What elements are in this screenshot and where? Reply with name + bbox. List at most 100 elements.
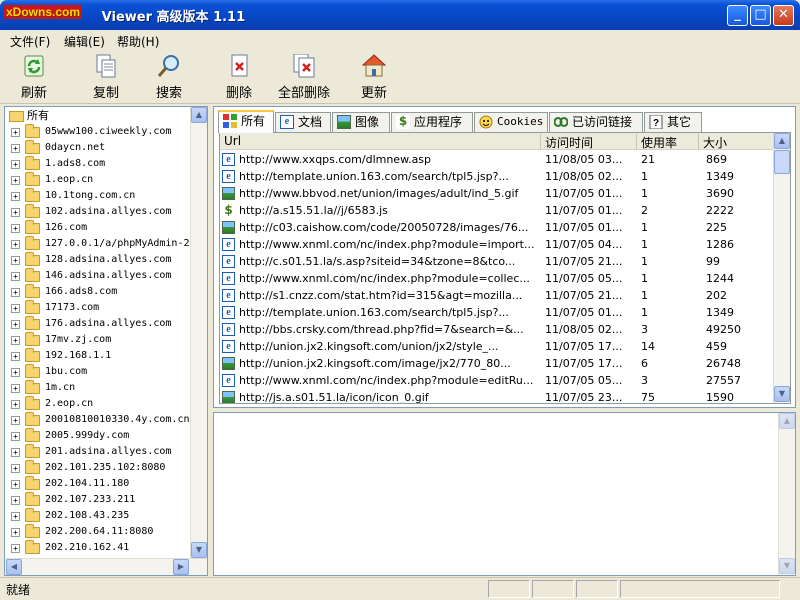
expand-icon[interactable]: + — [11, 320, 20, 329]
expand-icon[interactable]: + — [11, 528, 20, 537]
delete-button[interactable]: 删除 — [211, 52, 267, 102]
expand-icon[interactable]: + — [11, 368, 20, 377]
column-access-time[interactable]: 访问时间 — [541, 134, 637, 150]
scroll-right-button[interactable]: ▶ — [173, 559, 189, 575]
table-row[interactable]: e http://template.union.163.com/search/tp… — [220, 168, 774, 185]
column-url[interactable]: Url — [220, 134, 541, 149]
expand-icon[interactable]: + — [11, 224, 20, 233]
detail-vscrollbar[interactable]: ▲ ▼ — [778, 413, 795, 575]
tree-item[interactable]: +166.ads8.com — [5, 284, 195, 300]
tree-root[interactable]: 所有 — [7, 108, 197, 124]
detail-panel[interactable]: ▲ ▼ — [213, 412, 796, 576]
tree-item[interactable]: +1.ads8.com — [5, 156, 195, 172]
tree-item[interactable]: +102.adsina.allyes.com — [5, 204, 195, 220]
expand-icon[interactable]: + — [11, 496, 20, 505]
tree-hscrollbar[interactable]: ◀ ▶ — [5, 558, 207, 575]
expand-icon[interactable]: + — [11, 464, 20, 473]
tree-vscrollbar[interactable]: ▲ ▼ — [190, 107, 207, 559]
cache-list[interactable]: Url 访问时间 使用率 大小 e http://www.xxqps.com/dl… — [219, 132, 791, 404]
table-row[interactable]: e http://www.xnml.com/nc/index.php?module… — [220, 270, 774, 287]
tab-images[interactable]: 图像 — [332, 112, 390, 132]
tree-item[interactable]: +20010810010330.4y.com.cn — [5, 412, 195, 428]
tab-other[interactable]: ? 其它 — [644, 112, 702, 132]
delete-all-button[interactable]: 全部删除 — [270, 52, 338, 102]
tree-item[interactable]: +2005.999dy.com — [5, 428, 195, 444]
column-size[interactable]: 大小 — [699, 134, 774, 150]
tree-item[interactable]: +1m.cn — [5, 380, 195, 396]
maximize-button[interactable]: □ — [750, 5, 771, 26]
expand-icon[interactable]: + — [11, 208, 20, 217]
tree-item[interactable]: +176.adsina.allyes.com — [5, 316, 195, 332]
table-row[interactable]: e http://s1.cnzz.com/stat.htm?id=315&agt=… — [220, 287, 774, 304]
tree-item[interactable]: +17mv.zj.com — [5, 332, 195, 348]
expand-icon[interactable]: + — [11, 240, 20, 249]
close-button[interactable]: ✕ — [773, 5, 794, 26]
table-row[interactable]: http://union.jx2.kingsoft.com/image/jx2/… — [220, 355, 774, 372]
expand-icon[interactable]: + — [11, 176, 20, 185]
tree-item[interactable]: +202.104.11.180 — [5, 476, 195, 492]
detail-scroll-up-button[interactable]: ▲ — [779, 413, 795, 429]
table-row[interactable]: e http://www.xxqps.com/dlmnew.asp 11/08/05… — [220, 151, 774, 168]
list-vscrollbar[interactable]: ▲ ▼ — [773, 133, 790, 403]
expand-icon[interactable]: + — [11, 416, 20, 425]
copy-button[interactable]: 复制 — [78, 52, 134, 102]
detail-scroll-down-button[interactable]: ▼ — [779, 558, 795, 574]
table-row[interactable]: e http://bbs.crsky.com/thread.php?fid=7&s… — [220, 321, 774, 338]
tree-item[interactable]: +05www100.ciweekly.com — [5, 124, 195, 140]
tree-item[interactable]: +192.168.1.1 — [5, 348, 195, 364]
tree-item[interactable]: +146.adsina.allyes.com — [5, 268, 195, 284]
list-scroll-down-button[interactable]: ▼ — [774, 386, 790, 402]
table-row[interactable]: e http://www.xnml.com/nc/index.php?module… — [220, 372, 774, 389]
tree-item[interactable]: +17173.com — [5, 300, 195, 316]
expand-icon[interactable]: + — [11, 304, 20, 313]
expand-icon[interactable]: + — [11, 400, 20, 409]
table-row[interactable]: e http://www.xnml.com/nc/index.php?module… — [220, 236, 774, 253]
expand-icon[interactable]: + — [11, 432, 20, 441]
tab-documents[interactable]: e 文档 — [275, 112, 331, 132]
update-button[interactable]: 更新 — [346, 52, 402, 102]
tree-item[interactable]: +202.101.235.102:8080 — [5, 460, 195, 476]
table-row[interactable]: http://www.bbvod.net/union/images/adult/… — [220, 185, 774, 202]
tree-item[interactable]: +202.210.162.41 — [5, 540, 195, 556]
tab-all[interactable]: 所有 — [218, 110, 274, 133]
expand-icon[interactable]: + — [11, 480, 20, 489]
tree-item[interactable]: +202.107.233.211 — [5, 492, 195, 508]
scroll-up-button[interactable]: ▲ — [191, 107, 207, 123]
scroll-down-button[interactable]: ▼ — [191, 542, 207, 558]
menu-help[interactable]: 帮助(H) — [117, 33, 159, 50]
expand-icon[interactable]: + — [11, 336, 20, 345]
tree-item[interactable]: +128.adsina.allyes.com — [5, 252, 195, 268]
tree-item[interactable]: +126.com — [5, 220, 195, 236]
tab-cookies[interactable]: Cookies — [474, 112, 548, 132]
tab-applications[interactable]: $ 应用程序 — [391, 112, 473, 132]
menu-file[interactable]: 文件(F) — [10, 33, 50, 50]
table-row[interactable]: e http://union.jx2.kingsoft.com/union/jx2… — [220, 338, 774, 355]
table-row[interactable]: $ http://a.s15.51.la//j/6583.js 11/07/05 0… — [220, 202, 774, 219]
expand-icon[interactable]: + — [11, 160, 20, 169]
expand-icon[interactable]: + — [11, 288, 20, 297]
table-row[interactable]: http://c03.caishow.com/code/20050728/ima… — [220, 219, 774, 236]
list-scroll-thumb[interactable] — [774, 150, 790, 174]
menu-edit[interactable]: 编辑(E) — [64, 33, 105, 50]
tab-visited-links[interactable]: 已访问链接 — [549, 112, 643, 132]
expand-icon[interactable]: + — [11, 256, 20, 265]
table-row[interactable]: http://js.a.s01.51.la/icon/icon_0.gif 11/… — [220, 389, 774, 403]
tree-item[interactable]: +1bu.com — [5, 364, 195, 380]
column-usage[interactable]: 使用率 — [637, 134, 699, 150]
list-scroll-up-button[interactable]: ▲ — [774, 133, 790, 149]
expand-icon[interactable]: + — [11, 144, 20, 153]
search-button[interactable]: 搜索 — [141, 52, 197, 102]
expand-icon[interactable]: + — [11, 192, 20, 201]
host-tree[interactable]: 所有 +05www100.ciweekly.com +0daycn.net +1.a… — [4, 106, 208, 576]
tree-item[interactable]: +202.108.43.235 — [5, 508, 195, 524]
expand-icon[interactable]: + — [11, 352, 20, 361]
expand-icon[interactable]: + — [11, 448, 20, 457]
refresh-button[interactable]: 刷新 — [6, 52, 62, 102]
tree-item[interactable]: +127.0.0.1/a/phpMyAdmin-2 — [5, 236, 195, 252]
tree-item[interactable]: +1.eop.cn — [5, 172, 195, 188]
tree-item[interactable]: +0daycn.net — [5, 140, 195, 156]
tree-item[interactable]: +201.adsina.allyes.com — [5, 444, 195, 460]
table-row[interactable]: e http://template.union.163.com/search/tp… — [220, 304, 774, 321]
tree-item[interactable]: +10.1tong.com.cn — [5, 188, 195, 204]
tree-item[interactable]: +202.200.64.11:8080 — [5, 524, 195, 540]
